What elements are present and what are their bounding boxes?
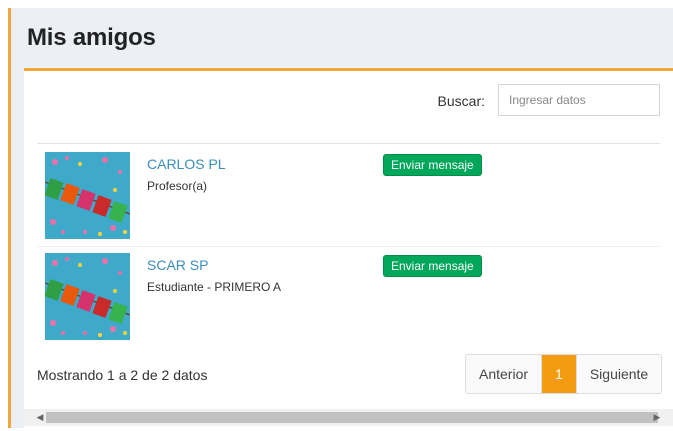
pagination-prev-button[interactable]: Anterior — [466, 355, 543, 393]
search-input[interactable] — [498, 84, 660, 116]
friend-name-link[interactable]: SCAR SP — [147, 257, 208, 273]
scrollbar-thumb[interactable] — [46, 412, 658, 423]
friends-box: Buscar: Ingresar datos CARLOS PL Profeso… — [24, 68, 673, 431]
friend-name-link[interactable]: CARLOS PL — [147, 156, 226, 172]
left-accent-bar — [8, 8, 11, 428]
pagination-page-button[interactable]: 1 — [542, 355, 576, 393]
search-label: Buscar: — [437, 93, 485, 109]
friend-row: CARLOS PL Profesor(a) Enviar mensaje — [37, 146, 660, 246]
send-message-button[interactable]: Enviar mensaje — [383, 154, 482, 176]
avatar — [45, 152, 130, 239]
avatar — [45, 253, 130, 340]
friend-role: Profesor(a) — [147, 179, 208, 193]
page-header: Mis amigos — [11, 8, 673, 70]
friend-row: SCAR SP Estudiante - PRIMERO A Enviar me… — [37, 246, 660, 347]
horizontal-scrollbar[interactable]: ◀ ▶ — [24, 409, 673, 426]
pagination-next-button[interactable]: Siguiente — [575, 355, 662, 393]
page-title: Mis amigos — [27, 24, 156, 51]
friend-role: Estudiante - PRIMERO A — [147, 280, 282, 294]
divider — [37, 143, 660, 144]
pagination: Anterior 1 Siguiente — [465, 354, 663, 394]
table-info-text: Mostrando 1 a 2 de 2 datos — [37, 367, 208, 383]
send-message-button[interactable]: Enviar mensaje — [383, 255, 482, 277]
scroll-right-icon[interactable]: ▶ — [649, 409, 665, 426]
